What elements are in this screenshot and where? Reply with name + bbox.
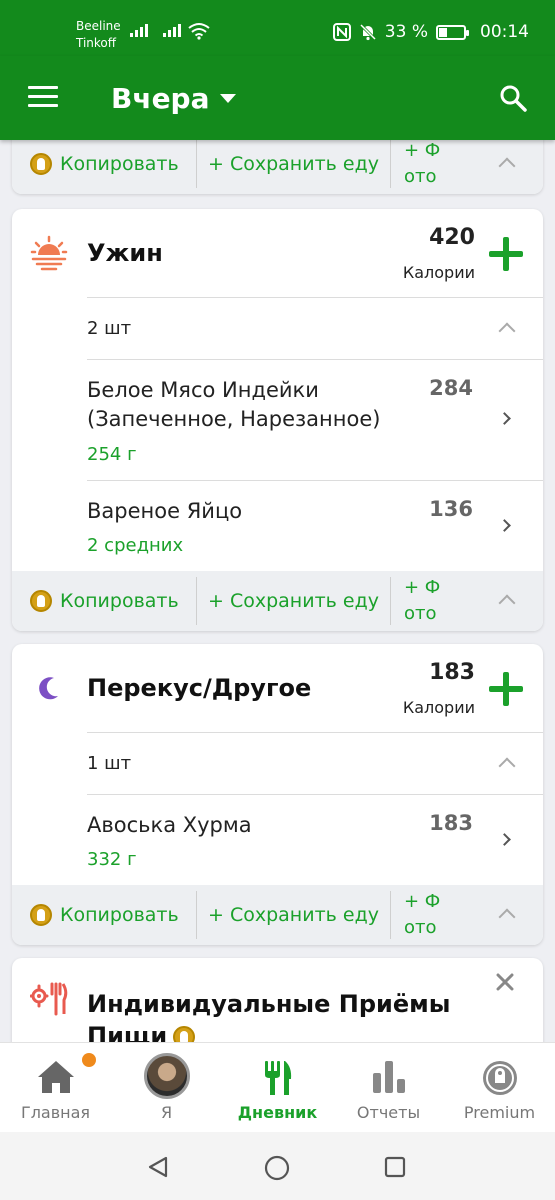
dinner-card: Ужин 420 Калории 2 шт Белое Мясо Индейки… [12,209,543,631]
food-item[interactable]: Белое Мясо Индейки (Запеченное, Нарезанн… [87,359,543,480]
food-amount: 254 г [87,444,137,465]
chevron-right-icon [498,519,511,532]
chevron-right-icon [498,833,511,846]
add-photo-button[interactable]: + Фото [404,134,444,194]
premium-coin-icon [30,153,52,175]
recents-icon[interactable] [384,1156,406,1178]
meal-title: Перекус/Другое [87,674,312,702]
collapse-chevron-icon[interactable] [498,322,516,340]
menu-icon[interactable] [28,86,58,108]
premium-coin-icon [30,904,52,926]
nav-premium[interactable]: Premium [444,1043,555,1133]
status-bar: Beeline Tinkoff 33 % 00:14 [0,0,555,56]
bar-chart-icon [372,1061,405,1093]
chevron-down-icon[interactable] [220,94,236,103]
food-amount: 2 средних [87,535,184,556]
food-name: Белое Мясо Индейки (Запеченное, Нарезанн… [87,378,381,431]
meal-title: Ужин [87,239,163,267]
items-count-row[interactable]: 1 шт [87,732,543,794]
meal-calories: 183 [429,660,475,685]
nav-home[interactable]: Главная [0,1043,111,1133]
carrier-names: Beeline Tinkoff [76,18,121,52]
home-circle-icon[interactable] [264,1155,290,1181]
moon-icon [39,677,58,700]
food-calories: 136 [429,497,473,521]
copy-button[interactable]: Копировать [30,571,179,631]
food-amount: 332 г [87,849,137,870]
food-item[interactable]: Вареное Яйцо 136 2 средних [87,480,543,571]
copy-button[interactable]: Копировать [30,134,179,194]
premium-badge-icon [482,1061,517,1095]
snack-actions: Копировать + Сохранить еду + Фото [12,885,543,945]
snack-header[interactable]: Перекус/Другое 183 Калории [12,644,543,732]
close-icon[interactable] [495,972,515,992]
clock: 00:14 [480,22,529,42]
signal-2-icon [163,24,181,37]
fork-knife-icon [264,1061,291,1095]
nfc-icon [332,23,351,41]
food-name: Авоська Хурма [87,813,252,837]
carrier-1: Beeline [76,19,121,33]
date-selector[interactable]: Вчера [111,82,210,115]
collapse-chevron-icon[interactable] [498,594,516,612]
previous-meal-actions: Копировать + Сохранить еду + Фото [12,134,543,194]
system-navigation-bar [0,1132,555,1200]
items-count: 1 шт [87,753,132,774]
collapse-chevron-icon[interactable] [498,157,516,175]
meal-calories: 420 [429,225,475,250]
battery-icon [436,24,469,40]
add-photo-button[interactable]: + Фото [404,571,444,631]
add-food-button[interactable] [489,672,523,706]
save-food-button[interactable]: + Сохранить еду [208,571,379,631]
app-bar: Вчера [0,56,555,140]
save-food-button[interactable]: + Сохранить еду [208,134,379,194]
nav-me[interactable]: Я [111,1043,222,1133]
calories-label: Калории [402,263,475,282]
back-icon[interactable] [146,1155,170,1179]
collapse-chevron-icon[interactable] [498,908,516,926]
premium-coin-icon [30,590,52,612]
snack-card: Перекус/Другое 183 Калории 1 шт Авоська … [12,644,543,945]
status-right: 33 % 00:14 [332,22,529,42]
items-count: 2 шт [87,318,132,339]
custom-meals-icon [30,982,68,1016]
wifi-icon [188,23,210,40]
dinner-actions: Копировать + Сохранить еду + Фото [12,571,543,631]
dinner-header[interactable]: Ужин 420 Калории [12,209,543,297]
save-food-button[interactable]: + Сохранить еду [208,885,379,945]
collapse-chevron-icon[interactable] [498,757,516,775]
home-icon [37,1061,74,1093]
food-item[interactable]: Авоська Хурма 183 332 г [87,794,543,885]
calories-label: Калории [402,698,475,717]
add-photo-button[interactable]: + Фото [404,885,444,945]
items-count-row[interactable]: 2 шт [87,297,543,359]
avatar [143,1053,190,1099]
add-food-button[interactable] [489,237,523,271]
bottom-navigation: Главная Я Дневник Отчеты Premium [0,1042,555,1132]
nav-diary[interactable]: Дневник [222,1043,333,1133]
search-icon[interactable] [499,84,527,112]
food-calories: 284 [429,376,473,400]
food-calories: 183 [429,811,473,835]
signal-1-icon [130,24,148,37]
carrier-2: Tinkoff [76,36,117,50]
copy-button[interactable]: Копировать [30,885,179,945]
muted-bell-icon [359,23,376,41]
food-name: Вареное Яйцо [87,499,243,523]
sunset-icon [30,235,68,271]
nav-reports[interactable]: Отчеты [333,1043,444,1133]
chevron-right-icon [498,412,511,425]
notification-dot [82,1053,96,1067]
battery-percent: 33 % [384,22,428,42]
